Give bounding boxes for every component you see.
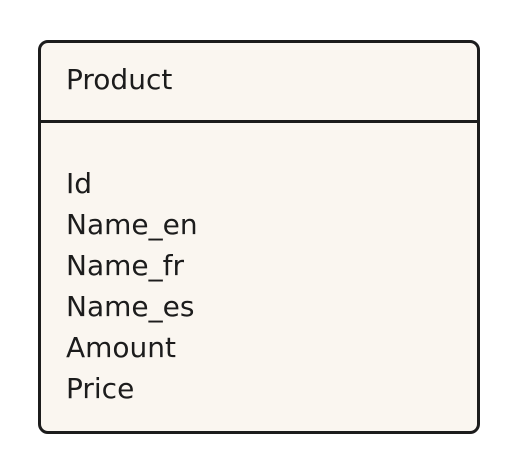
product-entity-box: Product Id Name_en Name_fr Name_es Amoun… xyxy=(38,40,480,434)
field-id: Id xyxy=(66,167,93,200)
field-name-es: Name_es xyxy=(66,290,195,323)
entity-title: Product xyxy=(66,63,173,96)
field-amount: Amount xyxy=(66,331,177,364)
entity-header-divider xyxy=(41,120,477,123)
field-price: Price xyxy=(66,372,135,405)
field-name-en: Name_en xyxy=(66,208,198,241)
entity-field-list: Id Name_en Name_fr Name_es Amount Price xyxy=(66,163,198,409)
field-name-fr: Name_fr xyxy=(66,249,184,282)
